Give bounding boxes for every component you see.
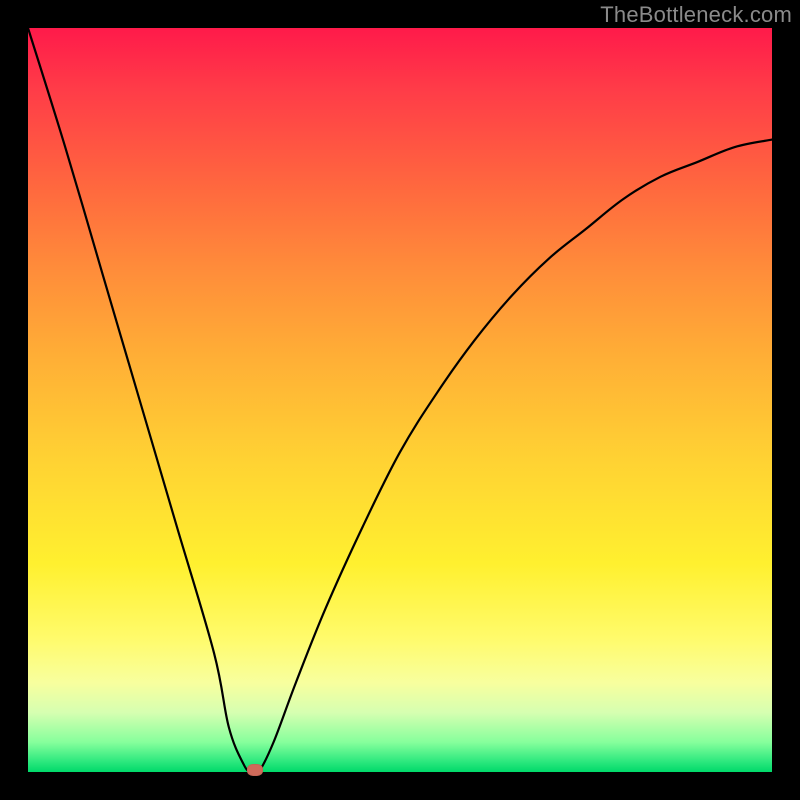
bottleneck-curve	[28, 28, 772, 772]
optimal-point-marker	[247, 764, 263, 776]
plot-area	[28, 28, 772, 772]
watermark-text: TheBottleneck.com	[600, 2, 792, 28]
chart-frame: TheBottleneck.com	[0, 0, 800, 800]
